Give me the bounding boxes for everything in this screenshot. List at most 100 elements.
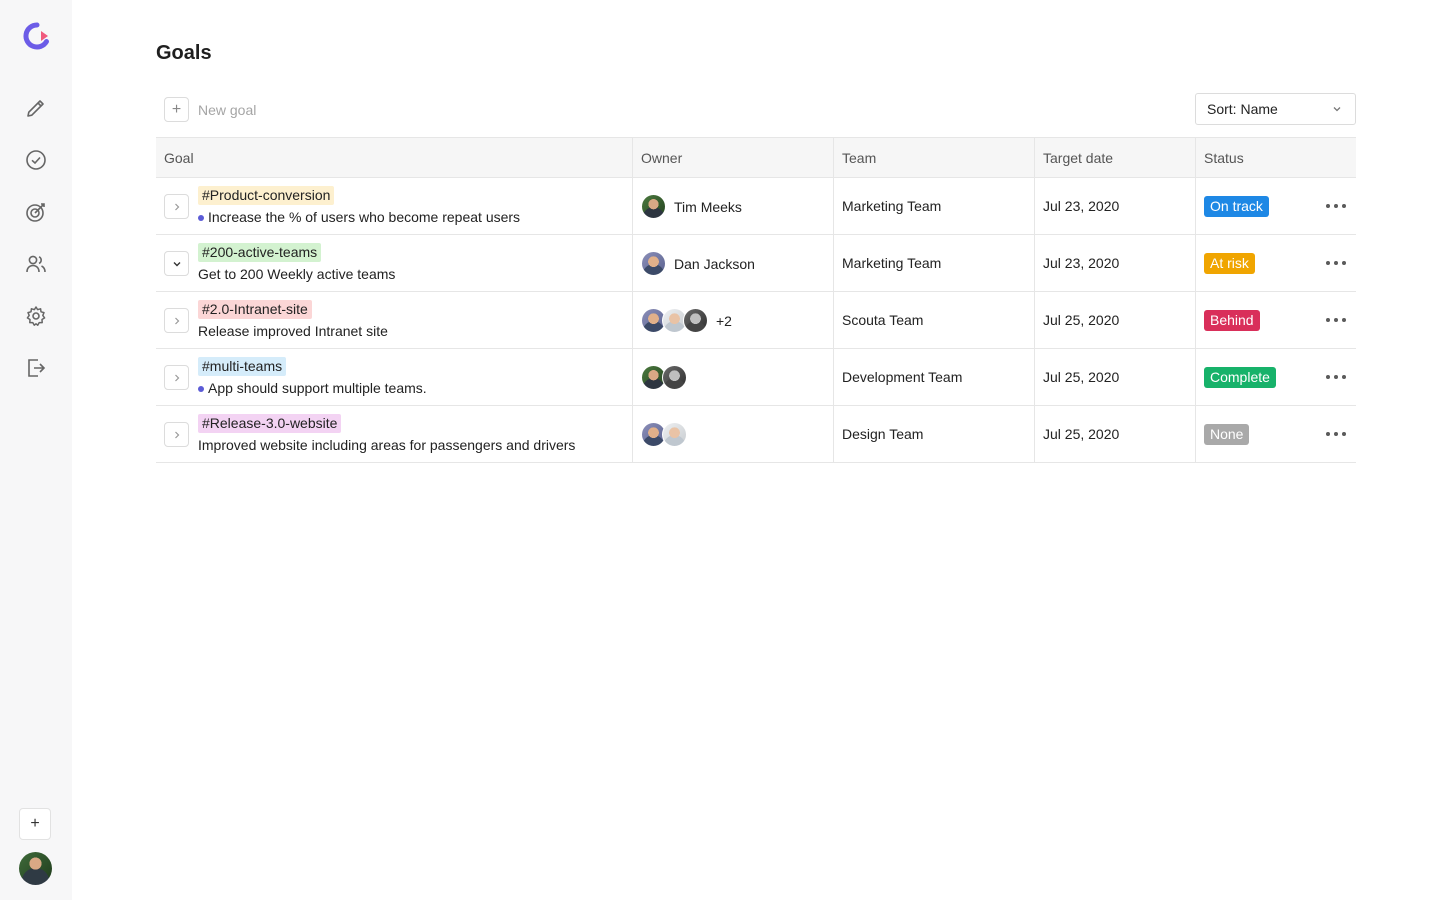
owner-cell [633, 349, 834, 405]
check-circle-icon[interactable] [24, 148, 48, 172]
status-badge[interactable]: On track [1204, 196, 1269, 217]
column-header-goal[interactable]: Goal [156, 138, 633, 177]
owner-avatar[interactable] [641, 251, 666, 276]
goals-table: Goal Owner Team Target date Status #Prod… [156, 137, 1356, 463]
page-title: Goals [156, 42, 212, 64]
goal-cell: #multi-teams App should support multiple… [156, 349, 633, 405]
owner-name: Tim Meeks [674, 198, 742, 215]
owner-group: +2 [641, 308, 732, 333]
gear-icon[interactable] [24, 304, 48, 328]
more-options-icon[interactable] [1326, 426, 1346, 442]
sort-dropdown[interactable]: Sort: Name [1195, 93, 1356, 125]
goal-tag[interactable]: #Product-conversion [198, 186, 335, 205]
goal-title-text: Release improved Intranet site [198, 323, 388, 339]
sort-label: Sort: Name [1207, 101, 1278, 117]
column-header-owner[interactable]: Owner [633, 138, 834, 177]
goal-title-text: Improved website including areas for pas… [198, 437, 576, 453]
status-cell: At risk [1196, 235, 1356, 291]
goal-title[interactable]: Release improved Intranet site [198, 323, 388, 340]
table-row[interactable]: #2.0-Intranet-site Release improved Intr… [156, 292, 1356, 349]
app-logo-icon[interactable] [22, 21, 52, 51]
table-row[interactable]: #Product-conversion Increase the % of us… [156, 178, 1356, 235]
owner-group [641, 365, 687, 390]
table-row[interactable]: #200-active-teams Get to 200 Weekly acti… [156, 235, 1356, 292]
goal-title[interactable]: Get to 200 Weekly active teams [198, 266, 395, 283]
owner-group: Tim Meeks [641, 194, 742, 219]
goal-title-text: Get to 200 Weekly active teams [198, 266, 396, 282]
chevron-right-icon [174, 203, 179, 210]
target-date: Jul 25, 2020 [1043, 426, 1120, 442]
owner-avatar[interactable] [662, 422, 687, 447]
expand-toggle[interactable] [164, 251, 189, 276]
more-options-icon[interactable] [1326, 312, 1346, 328]
status-badge[interactable]: Behind [1204, 310, 1260, 331]
date-cell: Jul 25, 2020 [1035, 292, 1196, 348]
more-options-icon[interactable] [1326, 255, 1346, 271]
target-date: Jul 23, 2020 [1043, 255, 1120, 271]
goal-title-text: Increase the % of users who become repea… [208, 209, 521, 225]
goal-title[interactable]: Improved website including areas for pas… [198, 437, 575, 454]
new-goal-button[interactable]: + New goal [164, 97, 256, 122]
column-header-target-date[interactable]: Target date [1035, 138, 1196, 177]
sidebar: + [0, 0, 72, 900]
goal-cell: #200-active-teams Get to 200 Weekly acti… [156, 235, 633, 291]
team-cell: Scouta Team [834, 292, 1035, 348]
table-header: Goal Owner Team Target date Status [156, 138, 1356, 178]
goal-cell: #Product-conversion Increase the % of us… [156, 178, 633, 234]
owner-cell: Tim Meeks [633, 178, 834, 234]
expand-toggle[interactable] [164, 194, 189, 219]
chevron-right-icon [174, 431, 179, 438]
user-avatar[interactable] [19, 852, 52, 885]
date-cell: Jul 23, 2020 [1035, 178, 1196, 234]
add-button[interactable]: + [19, 808, 51, 840]
team-name: Marketing Team [842, 255, 942, 271]
logout-icon[interactable] [24, 356, 48, 380]
date-cell: Jul 23, 2020 [1035, 235, 1196, 291]
goal-cell: #2.0-Intranet-site Release improved Intr… [156, 292, 633, 348]
goal-tag[interactable]: #Release-3.0-website [198, 414, 342, 433]
status-badge[interactable]: None [1204, 424, 1250, 445]
extra-owners-count[interactable]: +2 [716, 313, 732, 329]
goal-tag[interactable]: #200-active-teams [198, 243, 322, 262]
goal-title[interactable]: Increase the % of users who become repea… [198, 209, 520, 226]
status-cell: Behind [1196, 292, 1356, 348]
status-badge[interactable]: Complete [1204, 367, 1276, 388]
goal-tag[interactable]: #multi-teams [198, 357, 287, 376]
goal-title[interactable]: App should support multiple teams. [198, 380, 427, 397]
status-cell: Complete [1196, 349, 1356, 405]
target-date: Jul 25, 2020 [1043, 312, 1120, 328]
owner-avatar[interactable] [683, 308, 708, 333]
target-icon[interactable] [24, 200, 48, 224]
pencil-icon[interactable] [24, 96, 48, 120]
new-goal-label: New goal [198, 101, 257, 118]
date-cell: Jul 25, 2020 [1035, 349, 1196, 405]
chevron-right-icon [174, 374, 179, 381]
goal-title-text: App should support multiple teams. [208, 380, 427, 396]
expand-toggle[interactable] [164, 422, 189, 447]
date-cell: Jul 25, 2020 [1035, 406, 1196, 462]
column-header-team[interactable]: Team [834, 138, 1035, 177]
target-date: Jul 23, 2020 [1043, 198, 1120, 214]
team-name: Scouta Team [842, 312, 924, 328]
chevron-down-icon [173, 261, 180, 266]
table-row[interactable]: #multi-teams App should support multiple… [156, 349, 1356, 406]
status-cell: None [1196, 406, 1356, 462]
owner-avatar[interactable] [641, 194, 666, 219]
more-options-icon[interactable] [1326, 198, 1346, 214]
expand-toggle[interactable] [164, 308, 189, 333]
users-icon[interactable] [24, 252, 48, 276]
owner-cell: Dan Jackson [633, 235, 834, 291]
more-options-icon[interactable] [1326, 369, 1346, 385]
owner-avatar[interactable] [662, 365, 687, 390]
goal-tag[interactable]: #2.0-Intranet-site [198, 300, 312, 319]
team-cell: Development Team [834, 349, 1035, 405]
expand-toggle[interactable] [164, 365, 189, 390]
status-badge[interactable]: At risk [1204, 253, 1255, 274]
owner-group [641, 422, 687, 447]
status-cell: On track [1196, 178, 1356, 234]
team-cell: Design Team [834, 406, 1035, 462]
chevron-right-icon [174, 317, 179, 324]
table-row[interactable]: #Release-3.0-website Improved website in… [156, 406, 1356, 463]
bullet-dot-icon [198, 214, 204, 221]
column-header-status[interactable]: Status [1196, 138, 1356, 177]
